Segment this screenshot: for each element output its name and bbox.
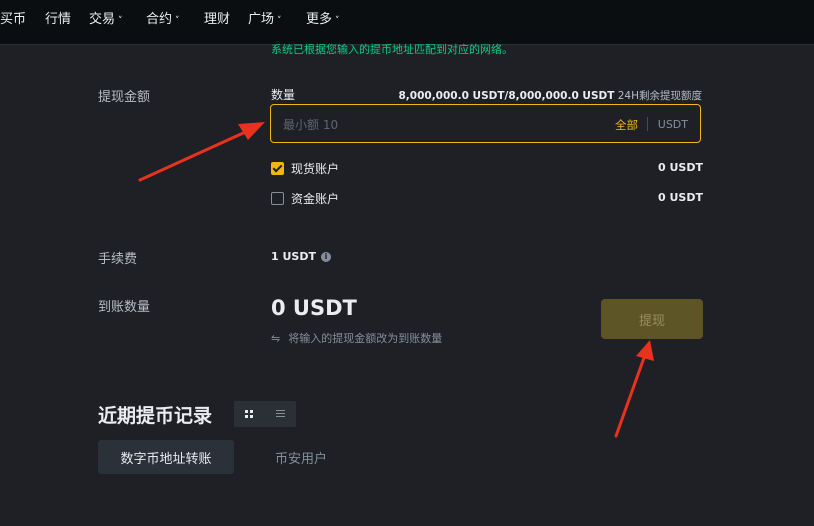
list-view-toggle[interactable] [265, 401, 296, 427]
all-button[interactable]: 全部 [615, 117, 638, 133]
quantity-label: 数量 [271, 88, 296, 102]
funding-account-balance: 0 USDT [658, 191, 703, 204]
chevron-down-icon: ˅ [175, 16, 180, 26]
spot-account-balance: 0 USDT [658, 161, 703, 174]
chevron-down-icon: ˅ [277, 16, 282, 26]
funding-account-label: 资金账户 [291, 192, 340, 206]
funding-account-checkbox[interactable] [271, 192, 284, 205]
unit-label: USDT [657, 118, 688, 131]
receive-amount-value: 0 USDT [271, 296, 357, 320]
input-divider [647, 117, 648, 131]
nav-item-label: 更多 [306, 12, 333, 27]
nav-item-label: 买币 [0, 12, 27, 27]
fee-label: 手续费 [98, 252, 138, 267]
spot-account-label: 现货账户 [291, 162, 340, 176]
daily-quota-value: 8,000,000.0 USDT/8,000,000.0 USDT [398, 90, 615, 102]
swap-icon: ⇋ [271, 332, 281, 345]
arrow-to-amount-input [138, 122, 265, 182]
info-icon[interactable]: i [320, 251, 331, 262]
view-toggle [234, 401, 296, 427]
nav-item-earn[interactable]: 理财 [204, 8, 230, 27]
arrow-to-withdraw-button [614, 340, 654, 438]
fee-value: 1 USDT [271, 250, 316, 263]
nav-item-markets[interactable]: 行情 [45, 8, 71, 27]
spot-account-option[interactable]: 现货账户 [271, 160, 339, 177]
nav-item-buy-crypto[interactable]: 买币 [0, 8, 26, 27]
tab-crypto-address-transfer[interactable]: 数字币地址转账 [98, 440, 234, 474]
top-nav: 买币 行情 交易 ˅ 合约 ˅ 理财 广场 ˅ 更多 ˅ [0, 0, 814, 45]
recent-withdrawals-title: 近期提币记录 [98, 405, 213, 427]
amount-input[interactable] [281, 115, 585, 135]
funding-account-option[interactable]: 资金账户 [271, 190, 339, 207]
amount-input-box[interactable]: 全部 USDT [270, 104, 701, 143]
withdraw-button[interactable]: 提现 [601, 299, 703, 339]
swap-hint-text: 将输入的提现金额改为到账数量 [288, 332, 443, 345]
fee-value-row: 1 USDT i [271, 250, 331, 263]
network-match-notice: 系统已根据您输入的提币地址匹配到对应的网络。 [271, 43, 513, 56]
daily-quota: 8,000,000.0 USDT/8,000,000.0 USDT 24H剩余提… [398, 88, 702, 103]
daily-quota-text: 24H剩余提现额度 [617, 90, 702, 102]
nav-item-label: 行情 [45, 12, 72, 27]
nav-item-label: 理财 [204, 12, 231, 27]
nav-item-trade[interactable]: 交易 ˅ [89, 8, 123, 27]
nav-item-futures[interactable]: 合约 ˅ [146, 8, 180, 27]
nav-item-label: 广场 [248, 12, 275, 27]
chevron-down-icon: ˅ [118, 16, 123, 26]
swap-hint[interactable]: ⇋ 将输入的提现金额改为到账数量 [271, 330, 442, 346]
nav-item-more[interactable]: 更多 ˅ [306, 8, 340, 27]
list-icon [276, 410, 285, 418]
nav-item-label: 合约 [146, 12, 173, 27]
tab-binance-user[interactable]: 币安用户 [254, 440, 348, 474]
grid-view-toggle[interactable] [234, 401, 265, 427]
receive-amount-label: 到账数量 [98, 300, 151, 315]
nav-item-label: 交易 [89, 12, 116, 27]
grid-icon [245, 409, 254, 419]
nav-item-square[interactable]: 广场 ˅ [248, 8, 282, 27]
withdraw-amount-label: 提现金额 [98, 90, 151, 105]
spot-account-checkbox[interactable] [271, 162, 284, 175]
chevron-down-icon: ˅ [335, 16, 340, 26]
